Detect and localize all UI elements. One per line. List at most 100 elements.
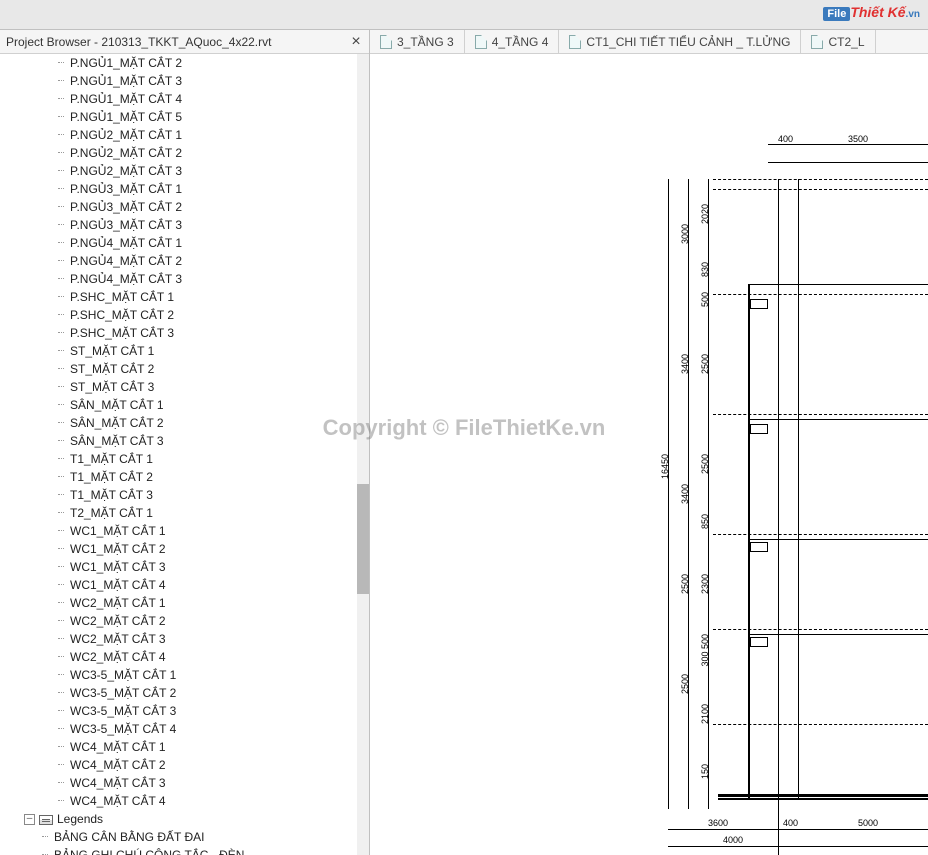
tree-item-legend[interactable]: BẢNG GHI CHÚ CÔNG TẮC - ĐÈN: [0, 846, 369, 855]
tree-item-view[interactable]: WC4_MẶT CẮT 4: [0, 792, 369, 810]
document-icon: [811, 35, 823, 49]
drawing-canvas[interactable]: 400 3500 16450 3000 3400 3400 2500 2500 …: [370, 54, 928, 855]
tree-item-view[interactable]: T1_MẶT CẮT 1: [0, 450, 369, 468]
level-line: [713, 189, 928, 190]
tree-item-view[interactable]: P.NGỦ3_MẶT CẮT 1: [0, 180, 369, 198]
wall-line: [748, 284, 928, 285]
dim-value: 2500: [700, 354, 710, 374]
tree-item-view[interactable]: WC1_MẶT CẮT 4: [0, 576, 369, 594]
dim-value: 3400: [680, 484, 690, 504]
view-tabs: 3_TẦNG 3 4_TẦNG 4 CT1_CHI TIẾT TIỂU CẢNH…: [370, 30, 928, 54]
tree-item-view[interactable]: WC2_MẶT CẮT 3: [0, 630, 369, 648]
tree-item-view[interactable]: P.NGỦ4_MẶT CẮT 2: [0, 252, 369, 270]
dim-value: 2300: [700, 574, 710, 594]
tree-item-view[interactable]: ST_MẶT CẮT 2: [0, 360, 369, 378]
tab-label: 3_TẦNG 3: [397, 35, 454, 49]
grid-line: [798, 179, 799, 799]
tree-item-view[interactable]: WC2_MẶT CẮT 2: [0, 612, 369, 630]
tree-item-view[interactable]: P.NGỦ2_MẶT CẮT 1: [0, 126, 369, 144]
dim-value: 400: [778, 134, 793, 144]
dim-line: [668, 846, 928, 847]
tree-item-view[interactable]: WC3-5_MẶT CẮT 3: [0, 702, 369, 720]
opening: [750, 542, 768, 552]
wall-line: [748, 634, 928, 635]
app-top-bar: [0, 0, 928, 30]
dim-line: [668, 179, 669, 809]
tab-tang-4[interactable]: 4_TẦNG 4: [465, 30, 560, 53]
tree-item-view[interactable]: ST_MẶT CẮT 1: [0, 342, 369, 360]
tree-item-view[interactable]: WC3-5_MẶT CẮT 4: [0, 720, 369, 738]
tree-item-view[interactable]: WC1_MẶT CẮT 1: [0, 522, 369, 540]
opening: [750, 299, 768, 309]
dim-value: 4000: [723, 835, 743, 845]
tree-item-view[interactable]: T2_MẶT CẮT 1: [0, 504, 369, 522]
tree-item-view[interactable]: P.NGỦ1_MẶT CẮT 5: [0, 108, 369, 126]
level-line: [713, 534, 928, 535]
tree-item-view[interactable]: P.NGỦ2_MẶT CẮT 2: [0, 144, 369, 162]
level-line: [713, 414, 928, 415]
tree-item-view[interactable]: ST_MẶT CẮT 3: [0, 378, 369, 396]
wall-line: [748, 539, 928, 540]
dim-value: 850: [700, 514, 710, 529]
legends-label: Legends: [57, 812, 103, 826]
dim-line: [768, 144, 928, 145]
tree-item-view[interactable]: P.NGỦ4_MẶT CẮT 3: [0, 270, 369, 288]
tree-item-view[interactable]: P.NGỦ3_MẶT CẮT 3: [0, 216, 369, 234]
tree-item-view[interactable]: T1_MẶT CẮT 2: [0, 468, 369, 486]
level-line: [713, 179, 928, 180]
dim-value: 300 500: [700, 634, 710, 667]
main-container: Project Browser - 210313_TKKT_AQuoc_4x22…: [0, 30, 928, 855]
grid-line: [778, 799, 779, 855]
tree-item-view[interactable]: WC1_MẶT CẮT 3: [0, 558, 369, 576]
tree-item-view[interactable]: WC2_MẶT CẮT 1: [0, 594, 369, 612]
tree-item-view[interactable]: SÂN_MẶT CẮT 1: [0, 396, 369, 414]
tree-item-view[interactable]: WC4_MẶT CẮT 1: [0, 738, 369, 756]
project-browser-header: Project Browser - 210313_TKKT_AQuoc_4x22…: [0, 30, 369, 54]
tree-item-legend[interactable]: BẢNG CÂN BẰNG ĐẤT ĐAI: [0, 828, 369, 846]
document-icon: [569, 35, 581, 49]
tree-item-view[interactable]: WC4_MẶT CẮT 2: [0, 756, 369, 774]
tree-item-view[interactable]: WC2_MẶT CẮT 4: [0, 648, 369, 666]
dim-value: 2020: [700, 204, 710, 224]
dim-value: 3500: [848, 134, 868, 144]
tree-item-view[interactable]: P.NGỦ3_MẶT CẮT 2: [0, 198, 369, 216]
tab-tang-3[interactable]: 3_TẦNG 3: [370, 30, 465, 53]
tree-item-view[interactable]: P.SHC_MẶT CẮT 2: [0, 306, 369, 324]
tab-label: 4_TẦNG 4: [492, 35, 549, 49]
tree-item-view[interactable]: P.SHC_MẶT CẮT 3: [0, 324, 369, 342]
tab-ct2[interactable]: CT2_L: [801, 30, 875, 53]
tree-item-view[interactable]: WC4_MẶT CẮT 3: [0, 774, 369, 792]
opening: [750, 637, 768, 647]
dim-value: 500: [700, 292, 710, 307]
tree-item-view[interactable]: P.NGỦ1_MẶT CẮT 2: [0, 54, 369, 72]
level-line: [713, 294, 928, 295]
collapse-icon[interactable]: –: [24, 814, 35, 825]
tree-item-view[interactable]: T1_MẶT CẮT 3: [0, 486, 369, 504]
scrollbar-track[interactable]: [357, 54, 369, 855]
tree-item-view[interactable]: SÂN_MẶT CẮT 2: [0, 414, 369, 432]
project-browser-tree[interactable]: P.NGỦ1_MẶT CẮT 2P.NGỦ1_MẶT CẮT 3P.NGỦ1_M…: [0, 54, 369, 855]
tree-item-view[interactable]: WC1_MẶT CẮT 2: [0, 540, 369, 558]
dim-value: 2500: [700, 454, 710, 474]
tree-item-view[interactable]: P.NGỦ2_MẶT CẮT 3: [0, 162, 369, 180]
architectural-drawing: 400 3500 16450 3000 3400 3400 2500 2500 …: [648, 134, 928, 854]
tree-item-legends[interactable]: – Legends: [0, 810, 369, 828]
dim-value: 150: [700, 764, 710, 779]
tree-item-view[interactable]: WC3-5_MẶT CẮT 2: [0, 684, 369, 702]
project-browser-panel: Project Browser - 210313_TKKT_AQuoc_4x22…: [0, 30, 370, 855]
close-icon[interactable]: ×: [349, 34, 363, 50]
level-line: [713, 629, 928, 630]
wall-line: [748, 419, 928, 420]
scrollbar-thumb[interactable]: [357, 484, 369, 594]
tree-item-view[interactable]: P.NGỦ1_MẶT CẮT 4: [0, 90, 369, 108]
document-icon: [380, 35, 392, 49]
dim-value: 400: [783, 818, 798, 828]
tree-item-view[interactable]: P.SHC_MẶT CẮT 1: [0, 288, 369, 306]
tree-item-view[interactable]: P.NGỦ4_MẶT CẮT 1: [0, 234, 369, 252]
tree-item-view[interactable]: P.NGỦ1_MẶT CẮT 3: [0, 72, 369, 90]
tab-ct1[interactable]: CT1_CHI TIẾT TIỂU CẢNH _ T.LỬNG: [559, 30, 801, 53]
dim-value: 3600: [708, 818, 728, 828]
tree-item-view[interactable]: WC3-5_MẶT CẮT 1: [0, 666, 369, 684]
tree-item-view[interactable]: SÂN_MẶT CẮT 3: [0, 432, 369, 450]
dim-value: 2500: [680, 674, 690, 694]
